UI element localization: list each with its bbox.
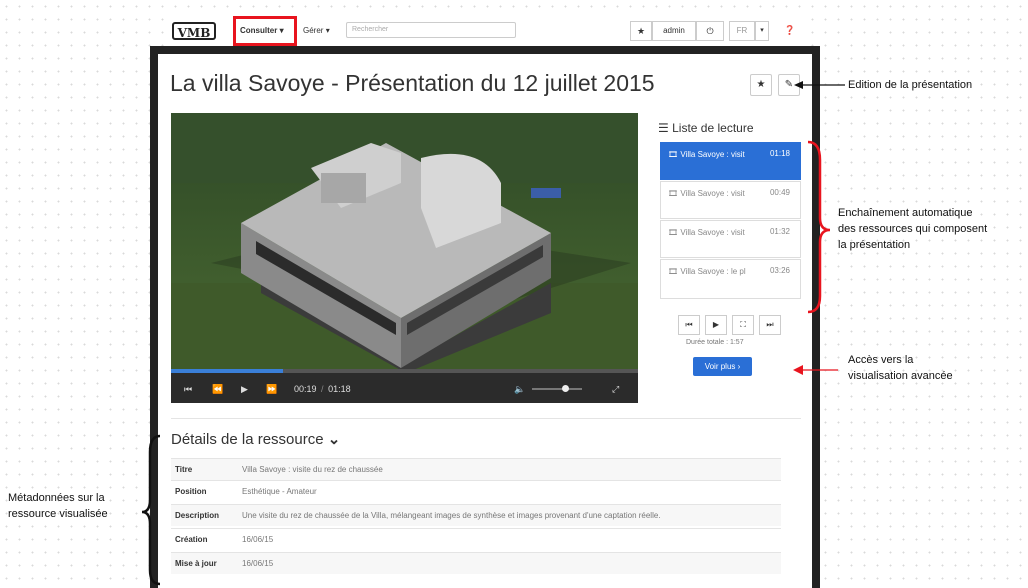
edition-arrow-head [794,81,803,89]
annotation-line: ressource visualisée [8,508,108,520]
annotation-edition: Edition de la présentation [848,79,973,91]
details-brace [141,434,161,586]
acces-arrow-head [793,365,803,375]
annotation-metadonnees: Métadonnées sur la ressource visualisée [8,490,108,522]
annotation-line: visualisation avancée [848,370,953,382]
annotation-acces: Accès vers la visualisation avancée [848,352,953,384]
annotation-line: la présentation [838,239,911,251]
annotation-enchainement: Enchaînement automatique des ressources … [838,205,987,253]
playlist-brace [807,140,831,314]
annotation-line: Enchaînement automatique [838,207,973,219]
annotation-line: Métadonnées sur la [8,492,105,504]
annotation-line: Accès vers la [848,354,914,366]
annotation-line: des ressources qui composent [838,223,988,235]
